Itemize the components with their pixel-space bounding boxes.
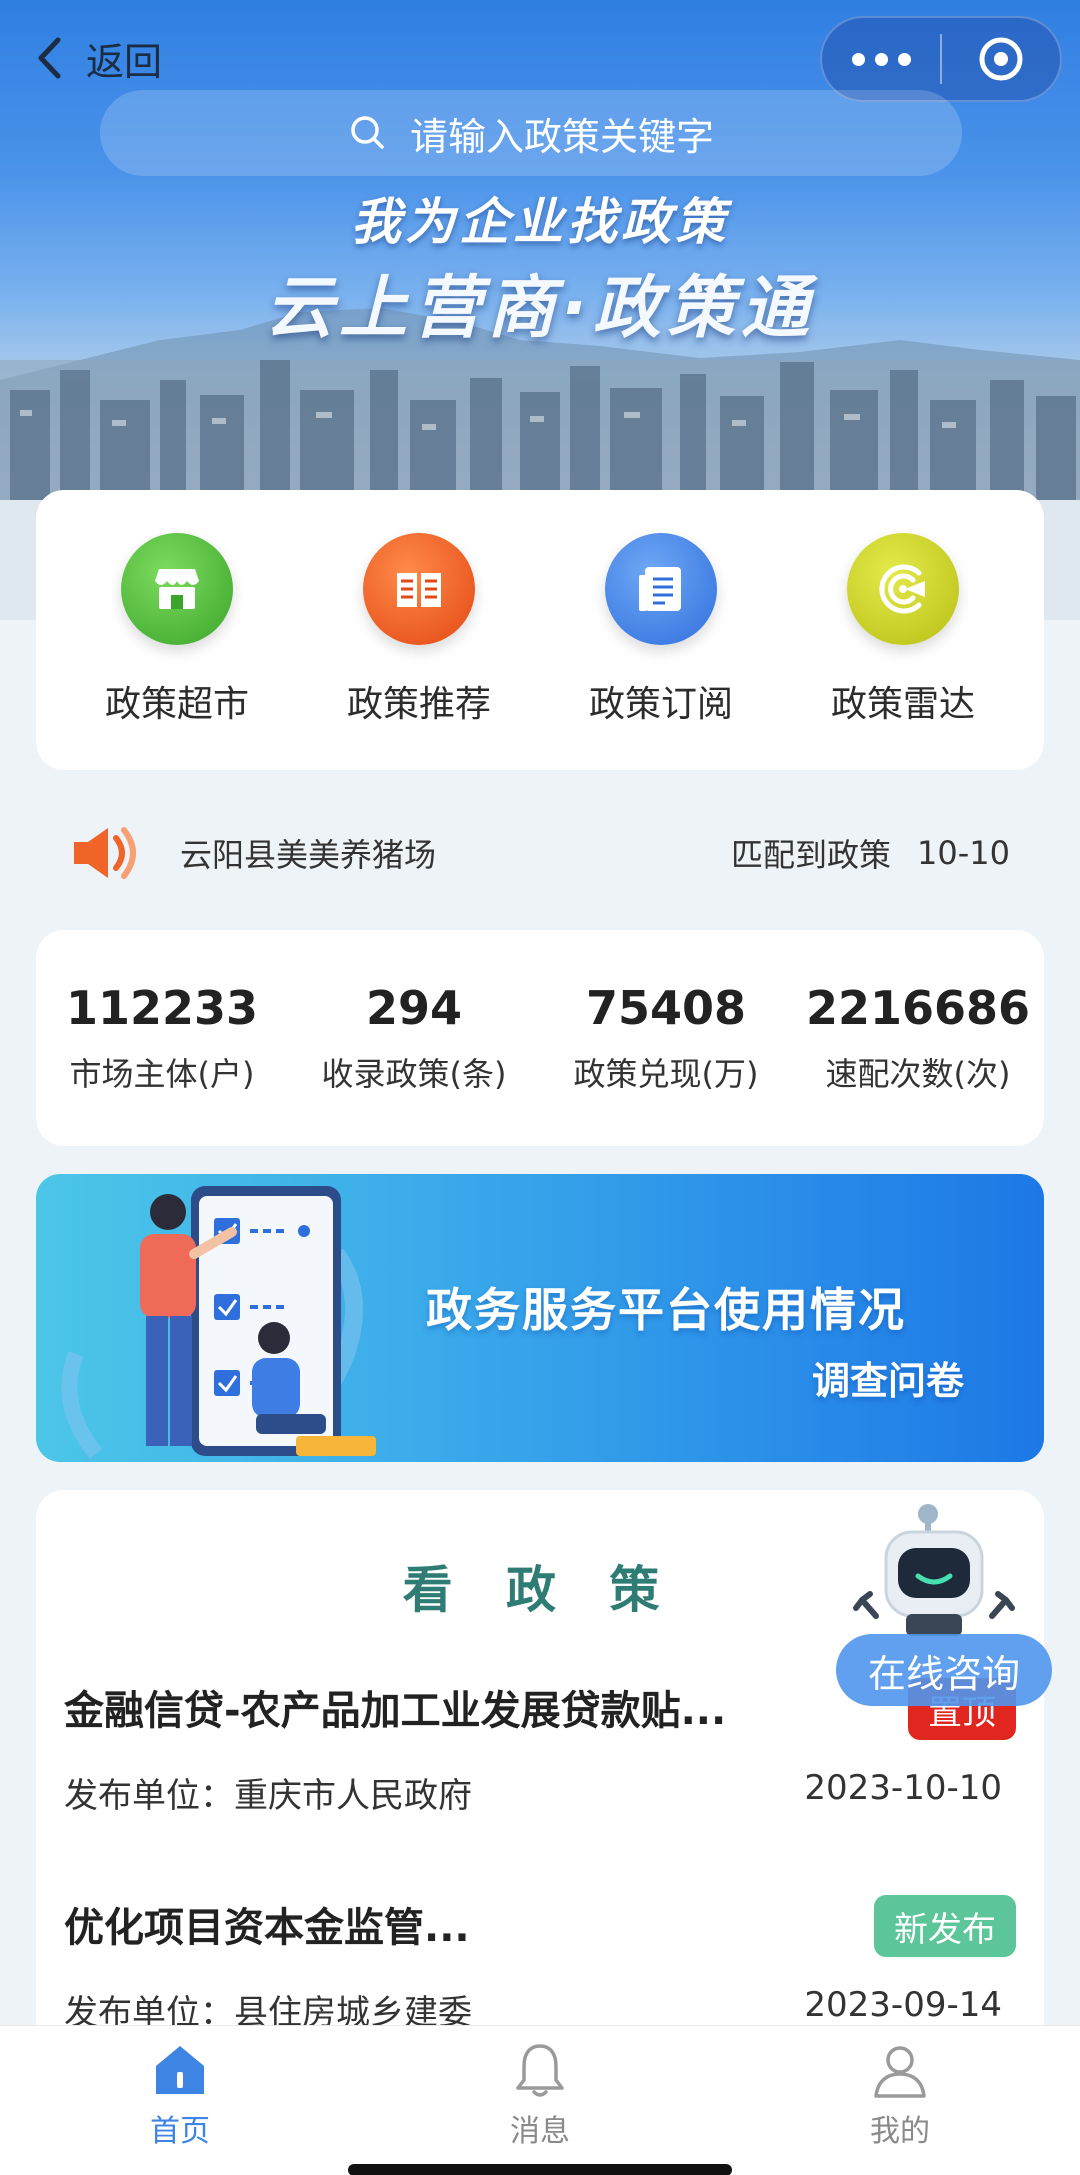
tab-label: 我的 (870, 2114, 930, 2149)
document-icon (605, 533, 717, 645)
survey-title: 政务服务平台使用情况 (426, 1283, 906, 1337)
policy-publisher: 发布单位：重庆市人民政府 (64, 1776, 472, 1816)
search-placeholder: 请输入政策关键字 (409, 114, 714, 159)
back-button[interactable]: 返回 (30, 30, 162, 86)
search-input[interactable]: 请输入政策关键字 (100, 90, 962, 176)
policy-name: 优化项目资本金监管... (64, 1905, 470, 1951)
target-circle-icon (979, 37, 1023, 81)
stat-label: 市场主体(户) (69, 1055, 255, 1093)
quick-entry-policy-recommend[interactable]: 政策推荐 (309, 533, 529, 727)
back-label: 返回 (86, 39, 163, 84)
policy-date: 2023-09-14 (804, 1985, 1002, 2025)
survey-illustration (61, 1186, 376, 1459)
hero-slogan-main: 云上营商·政策通 (265, 269, 815, 348)
stat-policy-cash: 75408 政策兑现(万) (540, 981, 792, 1095)
match-notice[interactable]: 云阳县美美养猪场 匹配到政策 10-10 (70, 820, 1010, 886)
radar-icon (847, 533, 959, 645)
hero-slogan-top: 我为企业找政策 (351, 193, 729, 251)
quick-entry-policy-radar[interactable]: 政策雷达 (793, 533, 1013, 727)
user-icon (874, 2046, 926, 2098)
stat-market-entities: 112233 市场主体(户) (36, 981, 288, 1095)
store-icon (121, 533, 233, 645)
more-dot-icon (897, 52, 911, 66)
stat-policies-collected: 294 收录政策(条) (288, 981, 540, 1095)
stat-match-count: 2216686 速配次数(次) (792, 981, 1044, 1095)
book-icon (363, 533, 475, 645)
notice-date: 10-10 (917, 834, 1010, 872)
speaker-icon (74, 827, 136, 879)
bell-icon (516, 2044, 564, 2097)
stat-value: 112233 (65, 981, 259, 1035)
survey-subtitle: 调查问卷 (811, 1359, 964, 1403)
notice-company: 云阳县美美养猪场 (180, 836, 437, 874)
bottom-tab-bar: 首页 消息 我的 (0, 2025, 1080, 2175)
tab-messages[interactable]: 消息 (440, 2026, 640, 2175)
more-dot-icon (874, 52, 888, 66)
policy-list-item[interactable]: 优化项目资本金监管... 新发布 发布单位：县住房城乡建委 2023-09-14 (64, 1895, 1016, 2035)
quick-entry-label: 政策推荐 (346, 684, 491, 725)
quick-entry-policy-market[interactable]: 政策超市 (67, 533, 287, 727)
policy-name: 金融信贷-农产品加工业发展贷款贴... (64, 1688, 727, 1734)
tab-label: 消息 (510, 2114, 570, 2149)
policy-date: 2023-10-10 (804, 1768, 1002, 1808)
stat-label: 速配次数(次) (825, 1055, 1011, 1093)
statistics-panel: 112233 市场主体(户) 294 收录政策(条) 75408 政策兑现(万)… (36, 930, 1044, 1146)
stat-value: 2216686 (805, 981, 1031, 1035)
online-consult-button[interactable]: 在线咨询 (836, 1634, 1052, 1706)
search-icon (351, 116, 384, 149)
home-indicator-bar (348, 2164, 732, 2175)
tab-profile[interactable]: 我的 (800, 2026, 1000, 2175)
more-dot-icon (851, 52, 865, 66)
notice-match-text: 匹配到政策 (731, 836, 892, 874)
stat-label: 政策兑现(万) (573, 1055, 759, 1093)
new-release-badge: 新发布 (874, 1895, 1016, 1957)
close-miniapp-button[interactable] (942, 16, 1060, 102)
quick-entry-policy-subscribe[interactable]: 政策订阅 (551, 533, 771, 727)
home-icon (156, 2046, 204, 2094)
chevron-left-icon (30, 30, 68, 86)
quick-entry-panel: 政策超市 政策推荐 政策订阅 政策雷达 (36, 490, 1044, 770)
survey-banner[interactable]: 政务服务平台使用情况 调查问卷 (36, 1174, 1044, 1462)
tab-home[interactable]: 首页 (80, 2026, 280, 2175)
quick-entry-label: 政策雷达 (830, 684, 975, 725)
tab-label: 首页 (150, 2114, 210, 2149)
stat-label: 收录政策(条) (321, 1055, 507, 1093)
stat-value: 75408 (585, 981, 747, 1035)
quick-entry-label: 政策超市 (104, 684, 249, 725)
quick-entry-label: 政策订阅 (588, 684, 733, 725)
stat-value: 294 (365, 981, 463, 1035)
